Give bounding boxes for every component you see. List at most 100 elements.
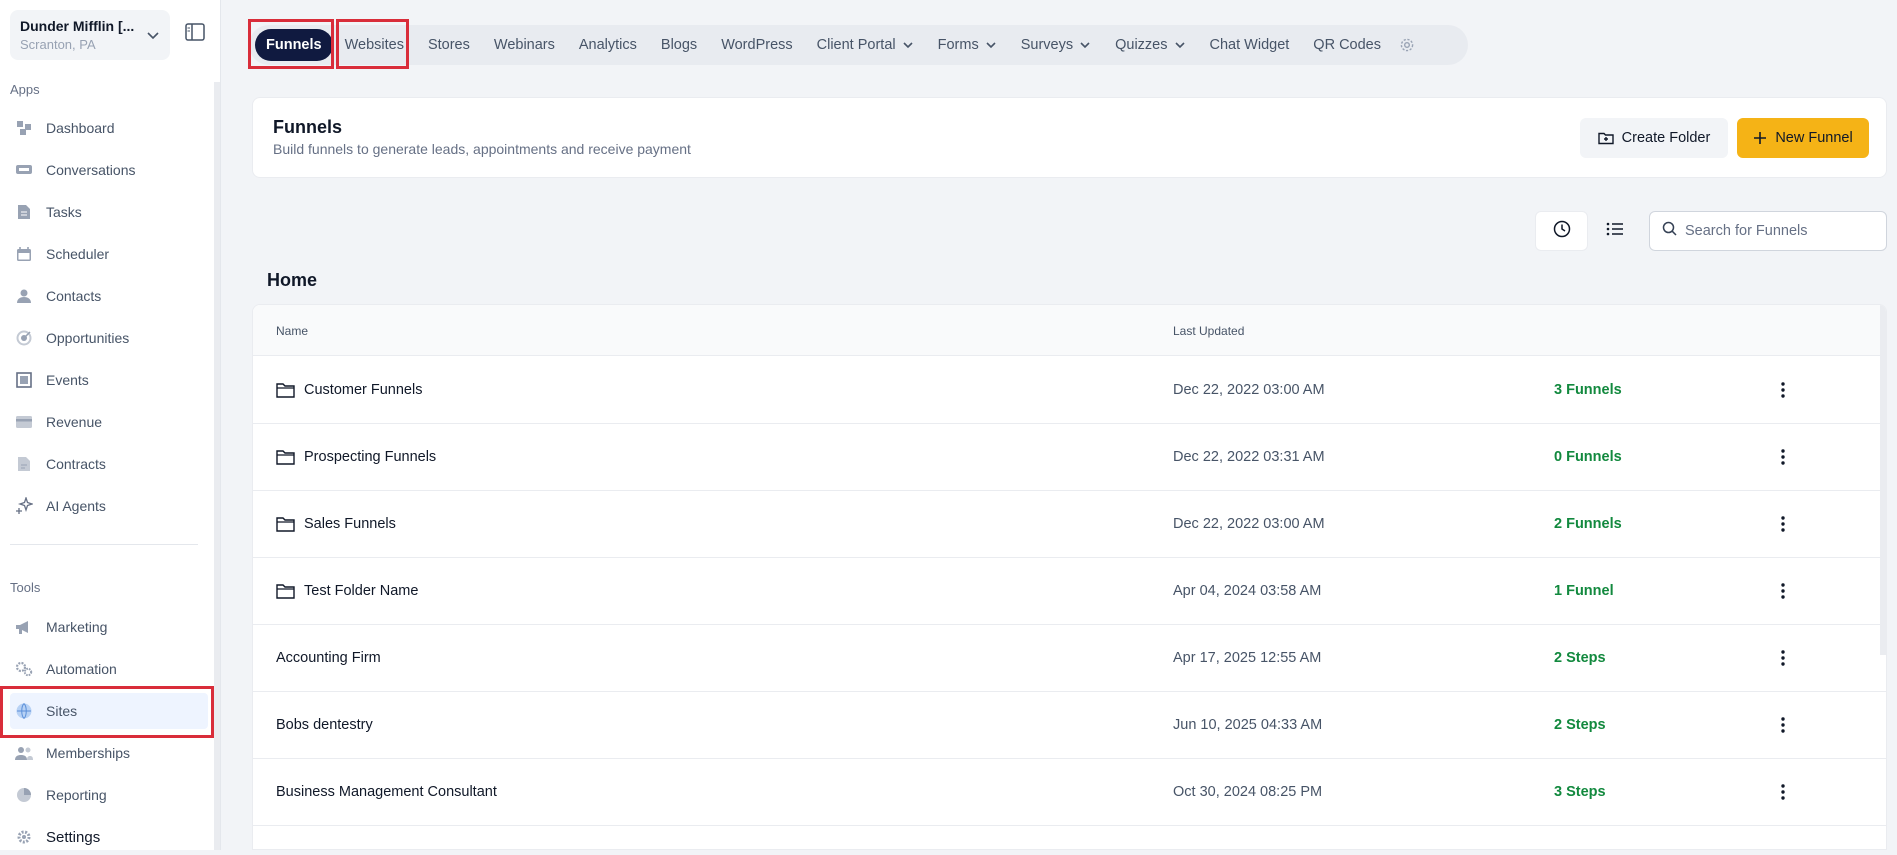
create-folder-button[interactable]: Create Folder (1580, 118, 1728, 158)
sites-highlight (0, 686, 214, 738)
funnels-tab-highlight (248, 19, 334, 69)
sidebar-divider (10, 544, 198, 545)
tab-qr-codes[interactable]: QR Codes (1301, 29, 1393, 61)
account-location: Scranton, PA (20, 37, 96, 52)
table-row[interactable]: Sales Funnels Dec 22, 2022 03:00 AM 2 Funn… (253, 491, 1886, 558)
row-name-cell[interactable]: Customer Funnels (276, 357, 422, 423)
tab-webinars[interactable]: Webinars (482, 29, 567, 61)
members-icon (14, 743, 34, 763)
tab-label: Chat Widget (1209, 37, 1290, 53)
row-name: Prospecting Funnels (304, 449, 437, 465)
sidebar-item-memberships[interactable]: Memberships (10, 735, 208, 771)
row-name: Sales Funnels (304, 516, 396, 532)
more-options-icon[interactable] (1771, 378, 1795, 402)
table-row[interactable]: Bobs dentestry Jun 10, 2025 04:33 AM 2 Ste… (253, 692, 1886, 759)
folder-icon (276, 583, 295, 599)
sidebar-item-label: Dashboard (46, 120, 115, 136)
row-name-cell[interactable]: Test Folder Name (276, 558, 418, 624)
account-switcher[interactable]: Dunder Mifflin [... Scranton, PA (10, 10, 170, 60)
folder-icon (276, 382, 295, 398)
plus-icon (1753, 131, 1767, 145)
page-title: Funnels (273, 117, 343, 137)
table-row[interactable]: Customer Funnels Dec 22, 2022 03:00 AM 3 F… (253, 357, 1886, 424)
sidebar-item-dashboard[interactable]: Dashboard (10, 110, 208, 146)
column-header-name[interactable]: Name (276, 324, 308, 338)
table-row[interactable]: Business Management Consultant Oct 30, 20… (253, 759, 1886, 826)
row-name-cell[interactable]: Prospecting Funnels (276, 424, 436, 490)
more-options-icon[interactable] (1771, 780, 1795, 804)
sidebar-collapse-icon[interactable] (185, 23, 205, 46)
more-options-icon[interactable] (1771, 512, 1795, 536)
sidebar-item-contracts[interactable]: Contracts (10, 446, 208, 482)
row-name-cell[interactable]: Business Management Consultant (276, 759, 497, 825)
list-view-button[interactable] (1588, 211, 1641, 251)
tab-chat-widget[interactable]: Chat Widget (1198, 29, 1302, 61)
row-last-updated: Oct 30, 2024 08:25 PM (1173, 784, 1323, 800)
chat-icon (14, 160, 34, 180)
table-row[interactable]: Prospecting Funnels Dec 22, 2022 03:31 AM… (253, 424, 1886, 491)
row-last-updated: Dec 22, 2022 03:31 AM (1173, 449, 1325, 465)
sidebar-item-conversations[interactable]: Conversations (10, 152, 208, 188)
column-header-last-updated[interactable]: Last Updated (1173, 324, 1244, 338)
gear-icon[interactable] (1399, 37, 1415, 53)
tab-stores[interactable]: Stores (416, 29, 482, 61)
tab-analytics[interactable]: Analytics (567, 29, 649, 61)
tab-quizzes[interactable]: Quizzes (1103, 29, 1197, 61)
chevron-down-icon (1079, 39, 1091, 51)
sidebar-item-label: Settings (46, 828, 101, 846)
tab-label: Surveys (1020, 37, 1074, 53)
apps-section-label: Apps (10, 82, 40, 97)
sidebar-item-label: AI Agents (46, 498, 106, 514)
row-name-cell[interactable]: Accounting Firm (276, 625, 381, 691)
credit-card-icon (14, 412, 34, 432)
sidebar-item-ai-agents[interactable]: AI Agents (10, 488, 208, 524)
contract-icon (14, 454, 34, 474)
list-icon (1606, 221, 1624, 242)
row-name-cell[interactable]: Sales Funnels (276, 491, 396, 557)
table-scrollbar[interactable] (1880, 305, 1886, 655)
tab-client-portal[interactable]: Client Portal (805, 29, 926, 61)
sidebar-item-reporting[interactable]: Reporting (10, 777, 208, 813)
calendar-icon (14, 244, 34, 264)
sidebar-item-marketing[interactable]: Marketing (10, 609, 208, 645)
row-last-updated: Dec 22, 2022 03:00 AM (1173, 516, 1325, 532)
row-name-cell[interactable]: Bobs dentestry (276, 692, 373, 758)
more-options-icon[interactable] (1771, 445, 1795, 469)
row-count: 3 Funnels (1554, 382, 1622, 398)
sidebar-item-label: Marketing (46, 619, 108, 635)
tab-surveys[interactable]: Surveys (1009, 29, 1103, 61)
tools-section-label: Tools (10, 580, 41, 595)
sidebar-item-revenue[interactable]: Revenue (10, 404, 208, 440)
recent-view-button[interactable] (1535, 211, 1588, 251)
table-header: Name Last Updated (253, 305, 1886, 356)
search-icon (1662, 221, 1677, 241)
row-count: 1 Funnel (1554, 583, 1614, 599)
sidebar-item-label: Revenue (46, 414, 103, 430)
sidebar-item-label: Contacts (46, 288, 102, 304)
events-icon (14, 370, 34, 390)
search-input[interactable] (1685, 223, 1875, 239)
sidebar-item-scheduler[interactable]: Scheduler (10, 236, 208, 272)
table-row[interactable]: Accounting Firm Apr 17, 2025 12:55 AM 2 St… (253, 625, 1886, 692)
home-heading: Home (267, 270, 318, 290)
sidebar-item-events[interactable]: Events (10, 362, 208, 398)
tab-blogs[interactable]: Blogs (649, 29, 709, 61)
new-funnel-button[interactable]: New Funnel (1737, 118, 1869, 158)
sidebar-item-label: Events (46, 372, 89, 388)
more-options-icon[interactable] (1771, 713, 1795, 737)
tab-forms[interactable]: Forms (926, 29, 1009, 61)
tab-wordpress[interactable]: WordPress (709, 29, 804, 61)
sidebar-item-tasks[interactable]: Tasks (10, 194, 208, 230)
chevron-down-icon (1174, 39, 1186, 51)
more-options-icon[interactable] (1771, 579, 1795, 603)
sidebar-item-label: Conversations (46, 162, 136, 178)
sidebar-scrollbar[interactable] (214, 82, 220, 850)
table-row[interactable]: Test Folder Name Apr 04, 2024 03:58 AM 1 F… (253, 558, 1886, 625)
sidebar-item-opportunities[interactable]: Opportunities (10, 320, 208, 356)
sidebar-item-automation[interactable]: Automation (10, 651, 208, 687)
megaphone-icon (14, 617, 34, 637)
sidebar-item-contacts[interactable]: Contacts (10, 278, 208, 314)
row-count: 3 Steps (1554, 784, 1606, 800)
create-folder-label: Create Folder (1621, 130, 1711, 146)
more-options-icon[interactable] (1771, 646, 1795, 670)
